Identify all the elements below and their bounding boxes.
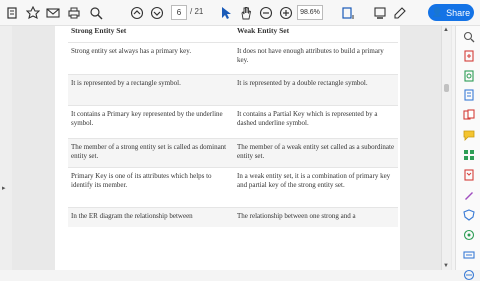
table-row: The member of a strong entity set is cal… xyxy=(68,137,398,167)
table-cell: Strong entity set always has a primary k… xyxy=(68,41,234,74)
scroll-up-icon[interactable]: ▲ xyxy=(443,27,449,33)
table-row: It is represented by a rectangle symbol.… xyxy=(68,73,398,105)
scroll-down-icon[interactable]: ▼ xyxy=(443,263,449,269)
search-icon[interactable] xyxy=(88,5,104,21)
table-cell: The member of a strong entity set is cal… xyxy=(68,137,234,167)
table-cell: The relationship between one strong and … xyxy=(234,206,398,227)
email-icon[interactable] xyxy=(45,5,61,21)
page-up-icon[interactable] xyxy=(129,5,145,21)
scan-icon[interactable] xyxy=(462,228,475,241)
page-total: / 21 xyxy=(190,7,204,16)
page-down-icon[interactable] xyxy=(149,5,165,21)
table-row: It contains a Primary key represented by… xyxy=(68,104,398,138)
table-row: Strong entity set always has a primary k… xyxy=(68,41,398,74)
table-cell: It is represented by a double rectangle … xyxy=(234,73,398,105)
comparison-table: Strong Entity Set Weak Entity Set Strong… xyxy=(68,26,398,227)
table-cell: It contains a Primary key represented by… xyxy=(68,104,234,138)
select-cursor-icon[interactable] xyxy=(218,5,234,21)
zoom-level-input[interactable]: 98.6% xyxy=(297,5,323,20)
column-header: Weak Entity Set xyxy=(237,26,290,35)
table-cell: In the ER diagram the relationship betwe… xyxy=(68,206,234,227)
toolbar: 6 / 21 98.6% 👤 Share xyxy=(0,0,480,26)
hand-icon[interactable] xyxy=(238,5,254,21)
fit-page-icon[interactable] xyxy=(340,5,356,21)
scroll-thumb[interactable] xyxy=(444,84,449,92)
highlight-icon[interactable] xyxy=(372,5,388,21)
vertical-scrollbar[interactable]: ▲ ▼ xyxy=(441,26,451,270)
zoom-out-icon[interactable] xyxy=(258,5,274,21)
protect-icon[interactable] xyxy=(462,208,475,221)
table-cell: Primary Key is one of its attributes whi… xyxy=(68,166,234,207)
bookmark-icon[interactable] xyxy=(25,5,41,21)
print-production-icon[interactable] xyxy=(462,248,475,261)
comment-icon[interactable] xyxy=(392,5,408,21)
compress-pdf-icon[interactable] xyxy=(462,168,475,181)
search-panel-icon[interactable] xyxy=(462,30,475,43)
pdf-page: Strong Entity Set Weak Entity Set Strong… xyxy=(55,26,400,270)
expand-arrow-icon[interactable]: ▸ xyxy=(2,184,6,192)
table-cell: It does not have enough attributes to bu… xyxy=(234,41,398,74)
add-pdf-icon[interactable] xyxy=(462,49,475,62)
table-row: In the ER diagram the relationship betwe… xyxy=(68,206,398,227)
comment-panel-icon[interactable] xyxy=(462,128,475,141)
document-icon[interactable] xyxy=(5,5,21,21)
fill-sign-icon[interactable] xyxy=(462,188,475,201)
page-number-input[interactable]: 6 xyxy=(171,5,187,20)
share-icon: 👤 xyxy=(431,7,444,17)
table-row: Primary Key is one of its attributes whi… xyxy=(68,166,398,207)
zoom-in-icon[interactable] xyxy=(278,5,294,21)
table-cell: It contains a Partial Key which is repre… xyxy=(234,104,398,138)
organize-pages-icon[interactable] xyxy=(462,148,475,161)
share-label: Share xyxy=(446,7,471,18)
export-pdf-icon[interactable] xyxy=(462,88,475,101)
combine-files-icon[interactable] xyxy=(462,108,475,121)
table-cell: In a weak entity set, it is a combinatio… xyxy=(234,166,398,207)
table-cell: The member of a weak entity set called a… xyxy=(234,137,398,167)
table-cell: It is represented by a rectangle symbol. xyxy=(68,73,234,105)
print-icon[interactable] xyxy=(66,5,82,21)
table-header-row: Strong Entity Set Weak Entity Set xyxy=(68,26,398,42)
edit-pdf-icon[interactable] xyxy=(462,69,475,82)
column-header: Strong Entity Set xyxy=(71,26,127,35)
tools-panel xyxy=(455,26,480,280)
document-viewport[interactable]: Strong Entity Set Weak Entity Set Strong… xyxy=(12,26,452,270)
left-panel-toggle[interactable]: ▸ xyxy=(0,26,12,270)
share-button[interactable]: 👤 Share xyxy=(428,4,474,21)
